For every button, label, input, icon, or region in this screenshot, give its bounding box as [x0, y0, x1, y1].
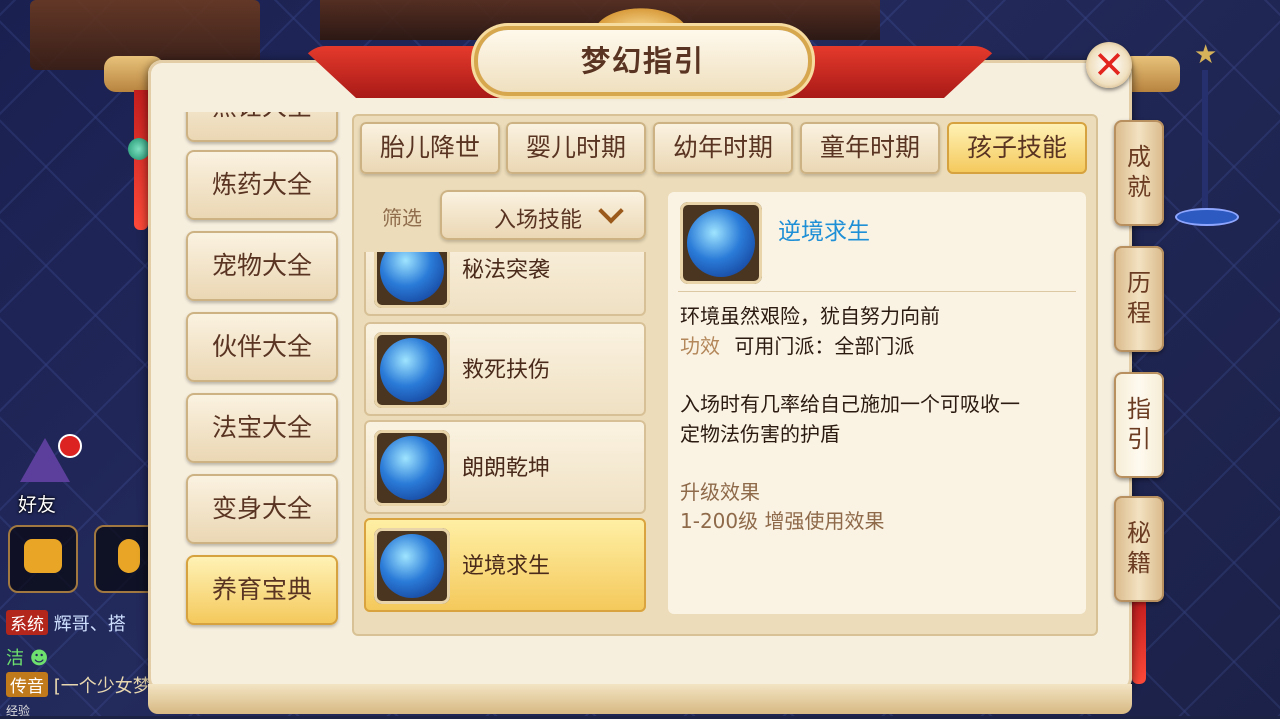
chat-line: 洁 ☻ [6, 644, 49, 670]
category-item[interactable]: 烹饪大全 [186, 112, 338, 142]
filter-value: 入场技能 [494, 208, 583, 233]
chat-text: 洁 [6, 648, 24, 669]
detail-description-line: 定物法伤害的护盾 [680, 422, 840, 446]
jade-ornament-icon [128, 138, 150, 160]
exp-label: 经验 [6, 704, 31, 718]
skill-item[interactable]: 救死扶伤 [364, 322, 646, 416]
skill-icon-frame [374, 332, 450, 408]
lamp-base [1175, 208, 1239, 226]
skill-name: 秘法突袭 [462, 258, 551, 283]
category-item[interactable]: 炼药大全 [186, 150, 338, 220]
skill-item-selected[interactable]: 逆境求生 [364, 518, 646, 612]
detail-icon-frame [680, 202, 762, 284]
star-icon: ★ [1194, 40, 1218, 70]
close-icon: ✕ [1093, 43, 1125, 87]
scroll-bottom-edge [148, 684, 1132, 714]
tab-toddler[interactable]: 幼年时期 [653, 122, 793, 174]
chevron-down-icon [598, 198, 624, 224]
category-list[interactable]: 烹饪大全 炼药大全 宠物大全 伙伴大全 法宝大全 变身大全 养育宝典 [180, 112, 350, 632]
side-tab-char: 籍 [1127, 549, 1151, 577]
skill-name: 朗朗乾坤 [462, 456, 551, 481]
side-tab-secrets[interactable]: 秘籍 [1114, 496, 1164, 602]
effect-text: 可用门派：全部门派 [734, 334, 915, 358]
side-tab-char: 秘 [1127, 519, 1151, 547]
tab-child-skills[interactable]: 孩子技能 [947, 122, 1087, 174]
skill-detail-panel: 逆境求生 环境虽然艰险，犹自努力向前 功效 可用门派：全部门派 入场时有几率给自… [668, 192, 1086, 614]
tassel-right [1132, 600, 1146, 684]
detail-flavor-text: 环境虽然艰险，犹自努力向前 [680, 304, 940, 328]
skill-item[interactable]: 秘法突袭 [364, 252, 646, 316]
skill-list[interactable]: 秘法突袭 救死扶伤 朗朗乾坤 逆境求生 [362, 252, 650, 622]
filter-dropdown[interactable]: 入场技能 [440, 190, 646, 240]
chat-text: 辉哥、搭 [53, 614, 126, 635]
upgrade-text: 1-200级 增强使用效果 [680, 509, 885, 533]
skill-orb-icon [380, 534, 444, 598]
chat-tag-broadcast: 传音 [6, 672, 48, 697]
tassel-left [134, 90, 148, 230]
category-item-active[interactable]: 养育宝典 [186, 555, 338, 625]
close-button[interactable]: ✕ [1086, 42, 1132, 88]
side-tab-char: 程 [1127, 299, 1151, 327]
side-tab-char: 成 [1127, 143, 1151, 171]
chat-bubble-icon [24, 539, 62, 573]
skill-orb-icon [380, 436, 444, 500]
category-item[interactable]: 宠物大全 [186, 231, 338, 301]
window-title: 梦幻指引 [580, 44, 705, 78]
side-tab-label: 秘籍 [1114, 518, 1164, 578]
tab-fetal[interactable]: 胎儿降世 [360, 122, 500, 174]
side-tab-label: 成就 [1114, 142, 1164, 202]
detail-skill-name: 逆境求生 [778, 219, 870, 245]
skill-orb-icon [687, 209, 755, 277]
detail-description-line: 入场时有几率给自己施加一个可吸收一 [680, 392, 1020, 416]
upgrade-title: 升级效果 [680, 480, 760, 504]
skill-item[interactable]: 朗朗乾坤 [364, 420, 646, 514]
background-lamp: ★ [1170, 40, 1240, 226]
microphone-icon [118, 539, 140, 573]
side-tab-label: 历程 [1114, 268, 1164, 328]
skill-icon-frame [374, 528, 450, 604]
skill-name: 救死扶伤 [462, 358, 551, 383]
friend-button[interactable]: 好友 [8, 434, 82, 516]
category-item[interactable]: 变身大全 [186, 474, 338, 544]
lamp-pole [1202, 70, 1208, 210]
skill-name: 逆境求生 [462, 554, 551, 579]
chat-tag-system: 系统 [6, 610, 48, 635]
side-tab-char: 就 [1127, 173, 1151, 201]
divider [678, 291, 1076, 292]
tab-childhood[interactable]: 童年时期 [800, 122, 940, 174]
side-tab-char: 引 [1127, 425, 1151, 453]
skill-icon-frame [374, 430, 450, 506]
category-item[interactable]: 法宝大全 [186, 393, 338, 463]
chat-line: 系统 辉哥、搭 [6, 610, 126, 636]
side-tab-achievements[interactable]: 成就 [1114, 120, 1164, 226]
side-tab-history[interactable]: 历程 [1114, 246, 1164, 352]
detail-effect-row: 功效 可用门派：全部门派 [680, 330, 914, 359]
notification-dot [58, 434, 82, 458]
smiley-icon: ☻ [29, 648, 49, 669]
effect-label: 功效 [680, 334, 720, 358]
side-tab-guide[interactable]: 指引 [1114, 372, 1164, 478]
friend-label: 好友 [18, 494, 57, 516]
side-tab-char: 指 [1127, 395, 1151, 423]
tab-infant[interactable]: 婴儿时期 [506, 122, 646, 174]
category-item[interactable]: 伙伴大全 [186, 312, 338, 382]
filter-label: 筛选 [382, 206, 422, 230]
skill-orb-icon [380, 252, 444, 302]
chat-button[interactable] [8, 525, 78, 593]
skill-orb-icon [380, 338, 444, 402]
side-tab-char: 历 [1127, 269, 1151, 297]
skill-icon-frame [374, 252, 450, 308]
side-tab-label: 指引 [1114, 394, 1164, 454]
